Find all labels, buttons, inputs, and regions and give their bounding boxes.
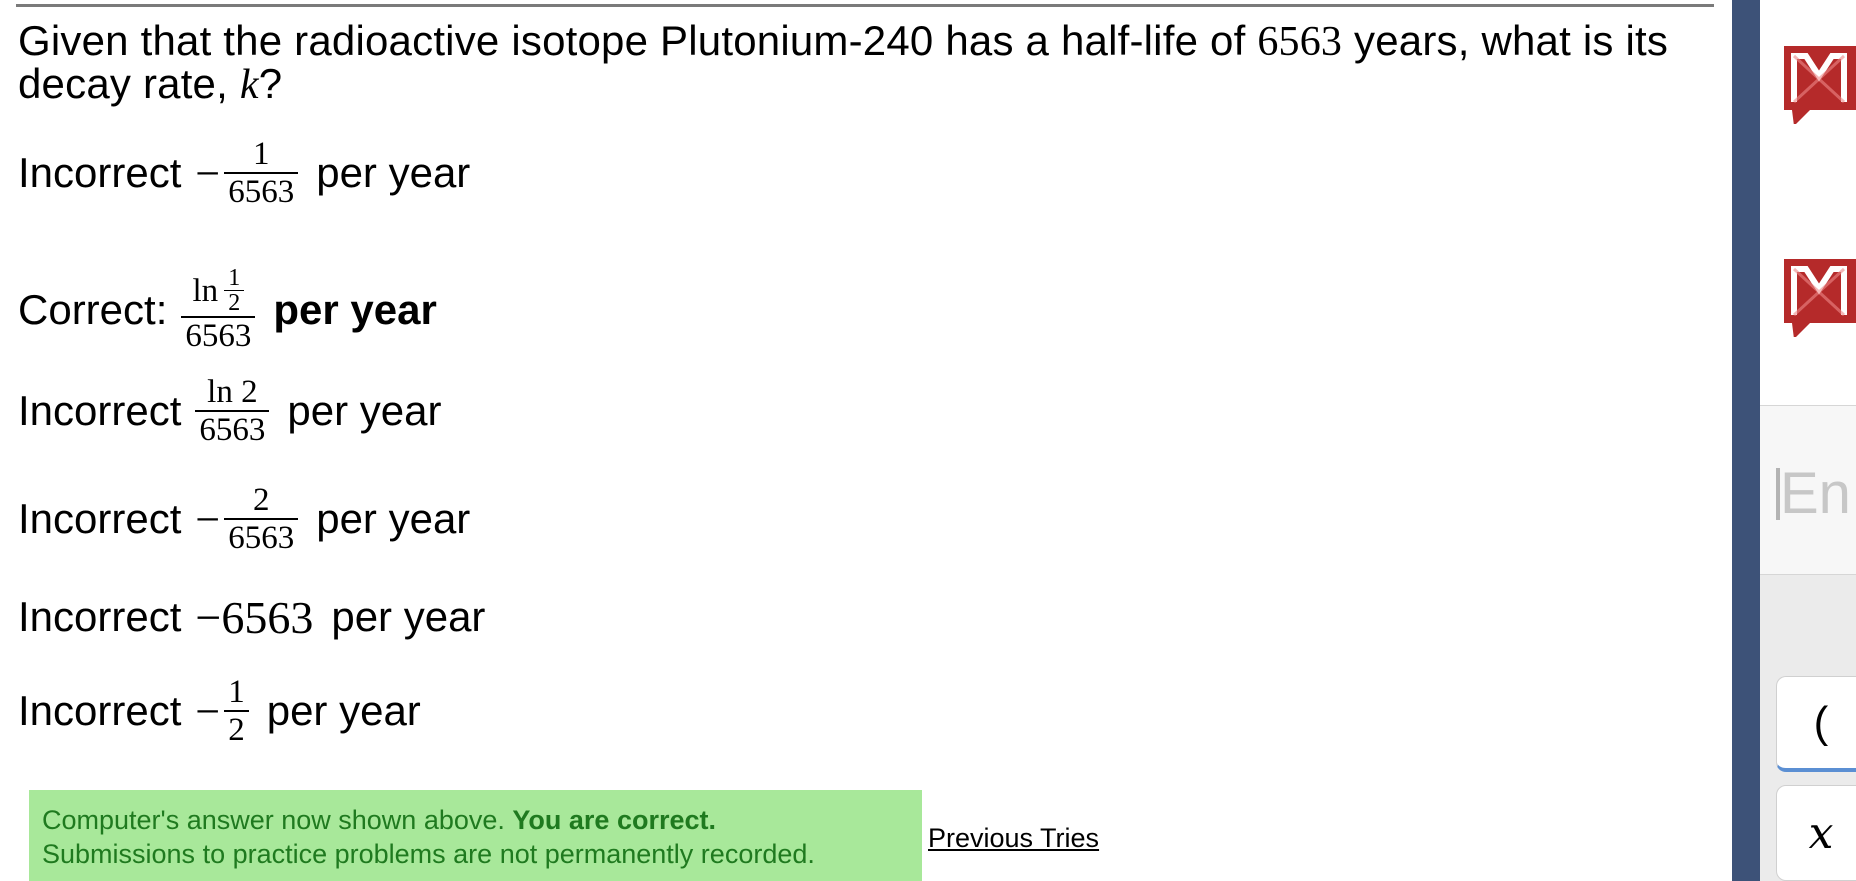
maplesoft-m-logo-icon <box>1784 46 1856 124</box>
option-fraction: ln 1 2 6563 <box>181 265 256 353</box>
inner-numerator: 1 <box>228 265 241 291</box>
feedback-message: Computer's answer now shown above. You a… <box>29 790 922 881</box>
question-variable: k <box>239 62 259 108</box>
option-negative-sign: − <box>195 148 221 198</box>
option-negative-sign: − <box>195 494 221 544</box>
option-status: Incorrect <box>18 387 182 434</box>
keypad-x-label: x <box>1808 807 1834 859</box>
top-divider <box>16 4 1714 7</box>
maplesoft-m-logo-icon <box>1784 259 1856 337</box>
option-fraction: 1 2 <box>224 675 249 747</box>
feedback-prefix: Computer's answer now shown above. <box>42 805 505 835</box>
question-area: Given that the radioactive isotope Pluto… <box>0 0 1732 881</box>
option-status: Incorrect <box>18 495 182 542</box>
option-value: −6563 <box>195 591 314 643</box>
answer-option-4: Incorrect − 2 6563 per year <box>18 474 470 564</box>
answer-option-3: Incorrect ln 2 6563 per year <box>18 366 441 456</box>
answer-option-5: Incorrect −6563 per year <box>18 572 485 662</box>
fraction-denominator: 2 <box>224 710 249 747</box>
option-unit: per year <box>316 149 471 196</box>
option-fraction: 2 6563 <box>224 482 299 555</box>
fraction-numerator: 2 <box>252 482 270 518</box>
option-status: Incorrect <box>18 149 182 196</box>
side-panel: En ( x <box>1760 0 1856 881</box>
feedback-correct: You are correct. <box>512 805 716 835</box>
option-status: Incorrect <box>18 687 182 734</box>
entry-placeholder-text: En <box>1776 461 1851 526</box>
fraction-numerator: ln 2 <box>207 374 258 410</box>
fraction-denominator: 6563 <box>224 172 299 209</box>
option-unit: per year <box>273 286 437 333</box>
option-unit: per year <box>287 387 442 434</box>
question-text: Given that the radioactive isotope Pluto… <box>18 17 1718 108</box>
option-unit: per year <box>266 687 421 734</box>
fraction-numerator: ln 1 2 <box>189 265 249 316</box>
option-status: Correct: <box>18 286 168 333</box>
question-part1: Given that the radioactive isotope Pluto… <box>18 17 1246 64</box>
panel-separator <box>1760 405 1856 406</box>
previous-tries-link[interactable]: Previous Tries <box>928 823 1099 854</box>
inner-denominator: 2 <box>224 290 245 315</box>
keypad-open-paren-button[interactable]: ( <box>1776 676 1856 772</box>
option-unit: per year <box>316 495 471 542</box>
option-negative-sign: − <box>195 686 221 736</box>
keypad-x-button[interactable]: x <box>1776 785 1856 881</box>
panel-divider <box>1732 0 1760 881</box>
question-half-life: 6563 <box>1257 19 1343 65</box>
fraction-denominator: 6563 <box>181 316 256 353</box>
fraction-numerator: 1 <box>252 136 270 172</box>
answer-option-6: Incorrect − 1 2 per year <box>18 666 421 756</box>
inner-fraction: 1 2 <box>224 265 245 315</box>
option-fraction: ln 2 6563 <box>195 374 270 447</box>
option-fraction: 1 6563 <box>224 136 299 209</box>
option-status: Incorrect <box>18 593 182 640</box>
question-end: ? <box>258 60 283 107</box>
fraction-denominator: 6563 <box>195 410 270 447</box>
fraction-numerator: 1 <box>228 674 245 710</box>
feedback-line-2: Submissions to practice problems are not… <box>42 839 815 869</box>
ln-label: ln <box>192 272 219 309</box>
answer-option-2-correct: Correct: ln 1 2 6563 per year <box>18 256 437 364</box>
answer-option-1: Incorrect − 1 6563 per year <box>18 128 470 218</box>
fraction-denominator: 6563 <box>224 518 299 555</box>
feedback-line-1: Computer's answer now shown above. You a… <box>42 803 922 837</box>
option-unit: per year <box>331 593 486 640</box>
